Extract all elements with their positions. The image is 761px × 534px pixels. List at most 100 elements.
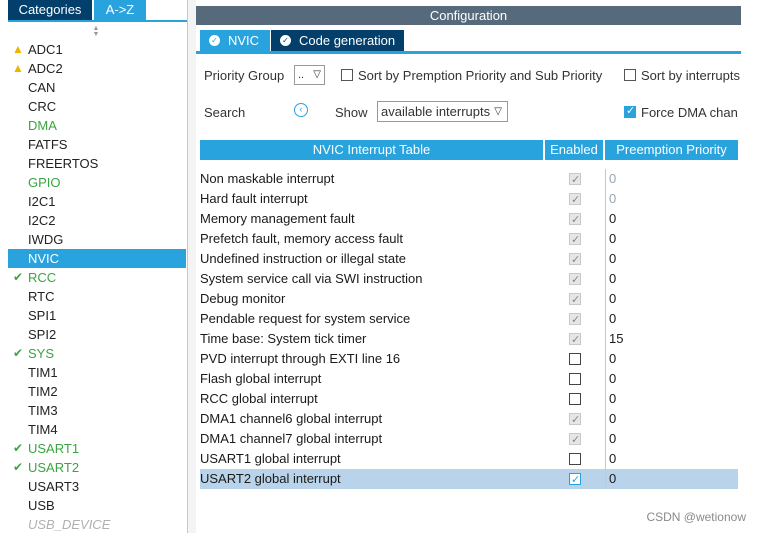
peripheral-item[interactable]: USB (8, 496, 186, 515)
priority-group-select[interactable]: .. ▽ (294, 65, 325, 85)
enabled-checkbox[interactable] (569, 470, 581, 490)
preemption-priority-value[interactable]: 0 (609, 309, 616, 329)
interrupt-name: Time base: System tick timer (200, 331, 367, 346)
column-separator (605, 269, 606, 289)
chevron-down-icon: ▽ (313, 69, 321, 80)
tab-nvic[interactable]: ✓ NVIC (200, 30, 270, 51)
preemption-priority-value[interactable]: 0 (609, 189, 616, 209)
preemption-priority-value[interactable]: 0 (609, 429, 616, 449)
table-row[interactable]: USART2 global interrupt 0 (200, 469, 738, 490)
nvic-interrupt-table: NVIC Interrupt Table Enabled Preemption … (200, 140, 738, 490)
peripheral-item[interactable]: TIM1 (8, 363, 186, 382)
peripheral-label: USB (28, 498, 55, 513)
table-row[interactable]: Prefetch fault, memory access fault 0 (200, 229, 738, 250)
table-row[interactable]: Undefined instruction or illegal state 0 (200, 249, 738, 270)
table-row[interactable]: Non maskable interrupt 0 (200, 169, 738, 190)
peripheral-item[interactable]: I2C1 (8, 192, 186, 211)
configuration-title: Configuration (196, 6, 741, 25)
enabled-checkbox (569, 310, 581, 330)
table-row[interactable]: Pendable request for system service 0 (200, 309, 738, 330)
search-label: Search (204, 105, 246, 120)
peripheral-item[interactable]: TIM4 (8, 420, 186, 439)
table-row[interactable]: Memory management fault 0 (200, 209, 738, 230)
preemption-priority-value[interactable]: 0 (609, 469, 616, 489)
preemption-priority-value[interactable]: 0 (609, 449, 616, 469)
search-icon[interactable]: ‹ (294, 103, 308, 117)
peripheral-item[interactable]: CRC (8, 97, 186, 116)
enabled-checkbox (569, 330, 581, 350)
peripheral-label: TIM1 (28, 365, 58, 380)
preemption-priority-value[interactable]: 0 (609, 289, 616, 309)
table-row[interactable]: Debug monitor 0 (200, 289, 738, 310)
table-row[interactable]: Time base: System tick timer 15 (200, 329, 738, 350)
peripheral-item[interactable]: DMA (8, 116, 186, 135)
peripheral-item[interactable]: TIM2 (8, 382, 186, 401)
enabled-checkbox[interactable] (569, 353, 581, 365)
enabled-checkbox[interactable] (569, 453, 581, 465)
preemption-priority-value[interactable]: 0 (609, 369, 616, 389)
check-icon: ✔ (12, 346, 24, 360)
chevron-down-icon: ▽ (494, 106, 502, 117)
peripheral-item[interactable]: I2C2 (8, 211, 186, 230)
preemption-priority-value[interactable]: 0 (609, 349, 616, 369)
interrupt-name: Debug monitor (200, 291, 286, 306)
preemption-priority-value[interactable]: 0 (609, 249, 616, 269)
peripheral-item[interactable]: USART3 (8, 477, 186, 496)
enabled-checkbox[interactable] (569, 373, 581, 385)
tab-code-generation[interactable]: ✓ Code generation (271, 30, 404, 51)
table-row[interactable]: Flash global interrupt 0 (200, 369, 738, 389)
tab-categories[interactable]: Categories (8, 0, 92, 20)
peripheral-item[interactable]: RTC (8, 287, 186, 306)
peripheral-item[interactable]: NVIC (8, 249, 186, 268)
interrupt-name: DMA1 channel7 global interrupt (200, 431, 383, 446)
preemption-priority-value[interactable]: 0 (609, 169, 616, 189)
table-row[interactable]: PVD interrupt through EXTI line 16 0 (200, 349, 738, 369)
peripheral-item[interactable]: SPI1 (8, 306, 186, 325)
show-select[interactable]: available interrupts ▽ (377, 101, 508, 122)
preemption-priority-value[interactable]: 0 (609, 389, 616, 409)
peripheral-item[interactable]: TIM3 (8, 401, 186, 420)
peripheral-item[interactable]: USB_DEVICE (8, 515, 186, 534)
preemption-priority-value[interactable]: 0 (609, 409, 616, 429)
peripheral-label: RCC (28, 270, 57, 285)
peripheral-item[interactable]: FATFS (8, 135, 186, 154)
table-row[interactable]: DMA1 channel7 global interrupt 0 (200, 429, 738, 450)
sort-arrows-icon[interactable]: ▲ ▼ (91, 25, 101, 38)
peripheral-item[interactable]: SPI2 (8, 325, 186, 344)
force-dma-label: Force DMA chan (641, 105, 738, 120)
peripheral-item[interactable]: ✔ RCC (8, 268, 186, 287)
preemption-priority-value[interactable]: 0 (609, 229, 616, 249)
preemption-priority-value[interactable]: 0 (609, 269, 616, 289)
peripheral-item[interactable]: GPIO (8, 173, 186, 192)
peripheral-item[interactable]: ✔ USART1 (8, 439, 186, 458)
peripheral-item[interactable]: ✔ USART2 (8, 458, 186, 477)
column-header-name[interactable]: NVIC Interrupt Table (200, 140, 543, 160)
table-row[interactable]: RCC global interrupt 0 (200, 389, 738, 409)
peripheral-item[interactable]: ✔ SYS (8, 344, 186, 363)
sort-premption-checkbox[interactable] (341, 69, 353, 81)
peripheral-item[interactable]: FREERTOS (8, 154, 186, 173)
force-dma-checkbox[interactable] (624, 104, 636, 118)
preemption-priority-value[interactable]: 15 (609, 329, 623, 349)
sort-interrupts-checkbox[interactable] (624, 69, 636, 81)
table-row[interactable]: System service call via SWI instruction 0 (200, 269, 738, 290)
tab-a-to-z[interactable]: A->Z (94, 0, 146, 20)
column-separator (605, 389, 606, 409)
peripheral-item[interactable]: ▲ ADC1 (8, 40, 186, 59)
show-label: Show (335, 105, 368, 120)
config-tab-bar: ✓ NVIC ✓ Code generation (196, 25, 741, 54)
table-row[interactable]: Hard fault interrupt 0 (200, 189, 738, 210)
column-header-priority[interactable]: Preemption Priority (605, 140, 738, 160)
peripheral-label: CAN (28, 80, 56, 95)
right-edge (741, 6, 761, 533)
column-header-enabled[interactable]: Enabled (545, 140, 603, 160)
enabled-checkbox (569, 250, 581, 270)
peripheral-item[interactable]: ▲ ADC2 (8, 59, 186, 78)
enabled-checkbox[interactable] (569, 393, 581, 405)
peripheral-label: SYS (28, 346, 55, 361)
table-row[interactable]: DMA1 channel6 global interrupt 0 (200, 409, 738, 430)
peripheral-item[interactable]: CAN (8, 78, 186, 97)
peripheral-item[interactable]: IWDG (8, 230, 186, 249)
table-row[interactable]: USART1 global interrupt 0 (200, 449, 738, 469)
preemption-priority-value[interactable]: 0 (609, 209, 616, 229)
